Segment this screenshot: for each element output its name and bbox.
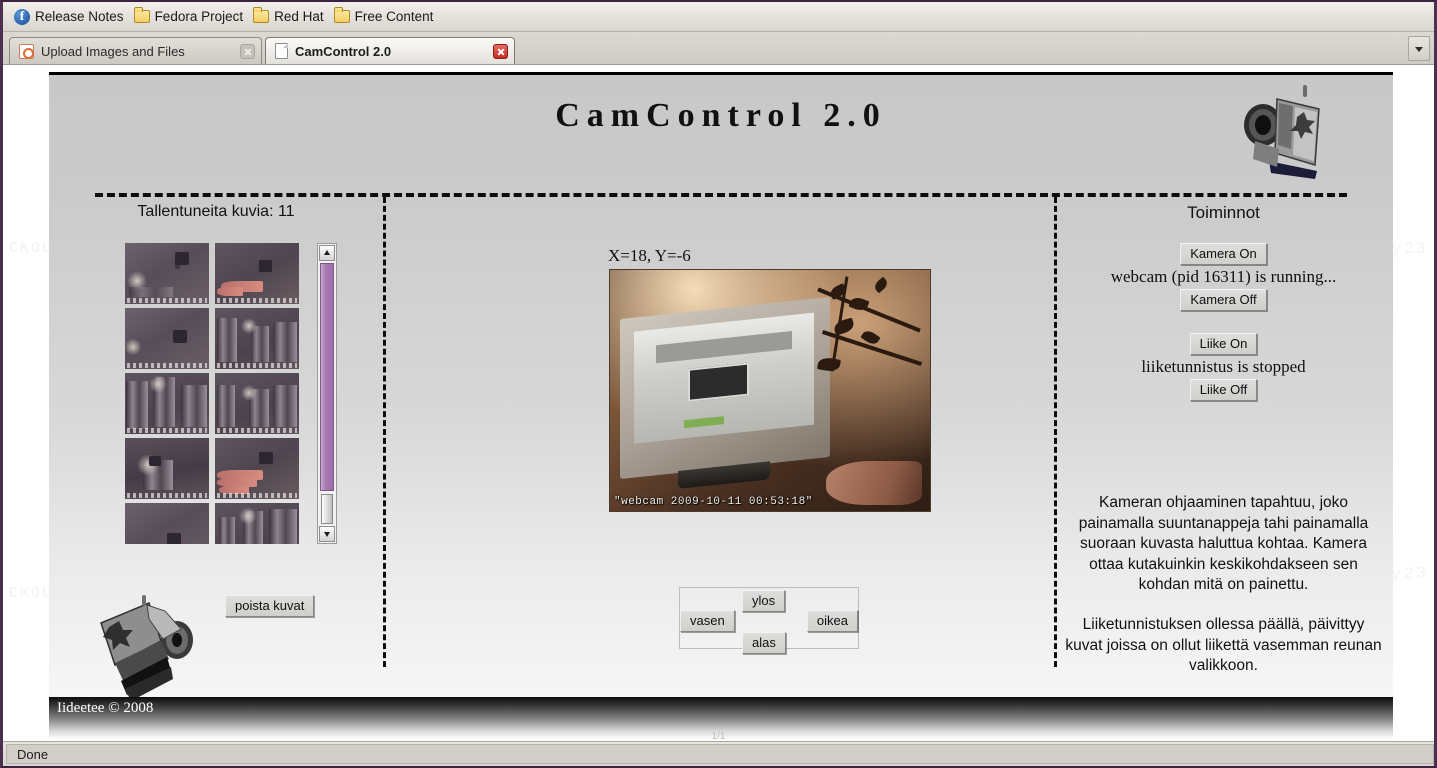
camera-control-group: Kamera On webcam (pid 16311) is running.… <box>1054 243 1393 311</box>
tab-upload-images-and-files[interactable]: Upload Images and Files <box>9 37 262 64</box>
page-masthead: CamControl 2.0 <box>49 75 1393 193</box>
bookmarks-toolbar: Release Notes Fedora Project Red Hat Fre… <box>3 2 1434 32</box>
bookmark-release-notes[interactable]: Release Notes <box>11 8 131 26</box>
list-item[interactable] <box>125 308 209 369</box>
plant-in-photo <box>804 272 924 422</box>
tab-camcontrol[interactable]: CamControl 2.0 <box>265 37 515 64</box>
divider-horizontal <box>95 193 1347 197</box>
scroll-down-arrow-icon[interactable] <box>319 526 335 542</box>
move-up-button[interactable]: ylos <box>742 590 786 612</box>
bookmark-fedora-project[interactable]: Fedora Project <box>131 7 251 25</box>
close-icon[interactable] <box>240 43 255 59</box>
bookmark-free-content[interactable]: Free Content <box>331 7 441 25</box>
hand-in-photo <box>826 461 922 505</box>
saved-images-panel: Tallentuneita kuvia: 11 poista kuvat <box>49 203 383 703</box>
list-item[interactable] <box>125 503 209 544</box>
bookmark-red-hat[interactable]: Red Hat <box>250 7 331 25</box>
tab-label: CamControl 2.0 <box>295 43 392 59</box>
list-item[interactable] <box>215 438 299 499</box>
live-image-timestamp: "webcam 2009-10-11 00:53:18" <box>614 496 813 508</box>
functions-title: Toiminnot <box>1187 203 1260 222</box>
folder-icon <box>253 7 270 23</box>
list-item[interactable] <box>125 373 209 434</box>
motion-on-button[interactable]: Liike On <box>1189 333 1258 355</box>
list-item[interactable] <box>215 503 299 544</box>
camera-off-button[interactable]: Kamera Off <box>1180 289 1267 311</box>
scroll-up-arrow-icon[interactable] <box>319 245 335 261</box>
camcontrol-page: CamControl 2.0 Tallentuneita kuvia: 11 p… <box>49 72 1393 701</box>
tab-strip: Upload Images and Files CamControl 2.0 <box>3 32 1434 65</box>
monitor-in-photo <box>620 296 830 489</box>
thumbnail-scrollbar[interactable] <box>317 243 337 544</box>
camera-module-photo-bottom <box>100 595 193 701</box>
folder-icon <box>333 7 350 23</box>
list-item[interactable] <box>125 243 209 304</box>
scrollbar-track[interactable] <box>321 494 333 524</box>
watermark-text: CKOU <box>9 240 54 257</box>
page-viewport: CKOU CKOU tiny23 tiny23 T0 PD4 9 13 PB1 … <box>3 65 1434 741</box>
page-title: CamControl 2.0 <box>555 97 887 134</box>
cursor-coordinates: X=18, Y=-6 <box>608 246 691 265</box>
live-camera-image[interactable]: "webcam 2009-10-11 00:53:18" <box>609 269 931 512</box>
motion-status: liiketunnistus is stopped <box>1141 357 1306 376</box>
tab-label: Upload Images and Files <box>41 43 185 59</box>
list-item[interactable] <box>215 373 299 434</box>
bookmark-label: Fedora Project <box>154 9 244 24</box>
bookmark-label: Red Hat <box>274 9 324 24</box>
move-left-button[interactable]: vasen <box>680 610 735 632</box>
list-item[interactable] <box>215 308 299 369</box>
status-bar: Done <box>3 741 1434 766</box>
direction-pad: ylos vasen oikea alas <box>679 587 859 654</box>
chevron-down-icon[interactable] <box>1408 36 1430 61</box>
status-text: Done <box>6 744 1434 764</box>
motion-off-button[interactable]: Liike Off <box>1189 379 1258 401</box>
live-view-panel: X=18, Y=-6 "webcam 2009-10-11 00:53:18" … <box>383 203 1054 703</box>
copyright-text: Iideetee © 2008 <box>57 700 154 716</box>
document-icon <box>275 43 288 59</box>
list-item[interactable] <box>215 243 299 304</box>
camera-module-photo-top <box>1244 85 1320 179</box>
bookmark-label: Free Content <box>354 9 434 24</box>
delete-images-button[interactable]: poista kuvat <box>225 595 315 617</box>
folder-icon <box>133 7 150 23</box>
help-paragraph-1: Kameran ohjaaminen tapahtuu, joko painam… <box>1078 494 1369 594</box>
browser-window: Release Notes Fedora Project Red Hat Fre… <box>0 0 1437 768</box>
help-paragraph-2: Liiketunnistuksen ollessa päällä, päivit… <box>1065 616 1382 675</box>
camera-status: webcam (pid 16311) is running... <box>1110 267 1337 286</box>
bookmark-label: Release Notes <box>35 9 124 24</box>
help-text: Kameran ohjaaminen tapahtuu, joko painam… <box>1062 493 1385 677</box>
watermark-text: CKOU <box>9 585 54 602</box>
move-right-button[interactable]: oikea <box>806 610 858 632</box>
scrollbar-thumb[interactable] <box>320 263 334 491</box>
functions-panel: Toiminnot Kamera On webcam (pid 16311) i… <box>1054 203 1393 703</box>
page-indicator: 1/1 <box>711 731 726 741</box>
fedora-icon <box>14 8 30 25</box>
motion-control-group: Liike On liiketunnistus is stopped Liike… <box>1054 333 1393 401</box>
thumbnail-list <box>125 243 309 544</box>
move-down-button[interactable]: alas <box>742 632 786 654</box>
list-item[interactable] <box>125 438 209 499</box>
upload-icon <box>19 43 34 59</box>
delete-images-wrap: poista kuvat <box>225 595 315 617</box>
camera-on-button[interactable]: Kamera On <box>1180 243 1267 265</box>
saved-images-count: Tallentuneita kuvia: 11 <box>137 203 295 220</box>
close-icon[interactable] <box>493 43 508 59</box>
